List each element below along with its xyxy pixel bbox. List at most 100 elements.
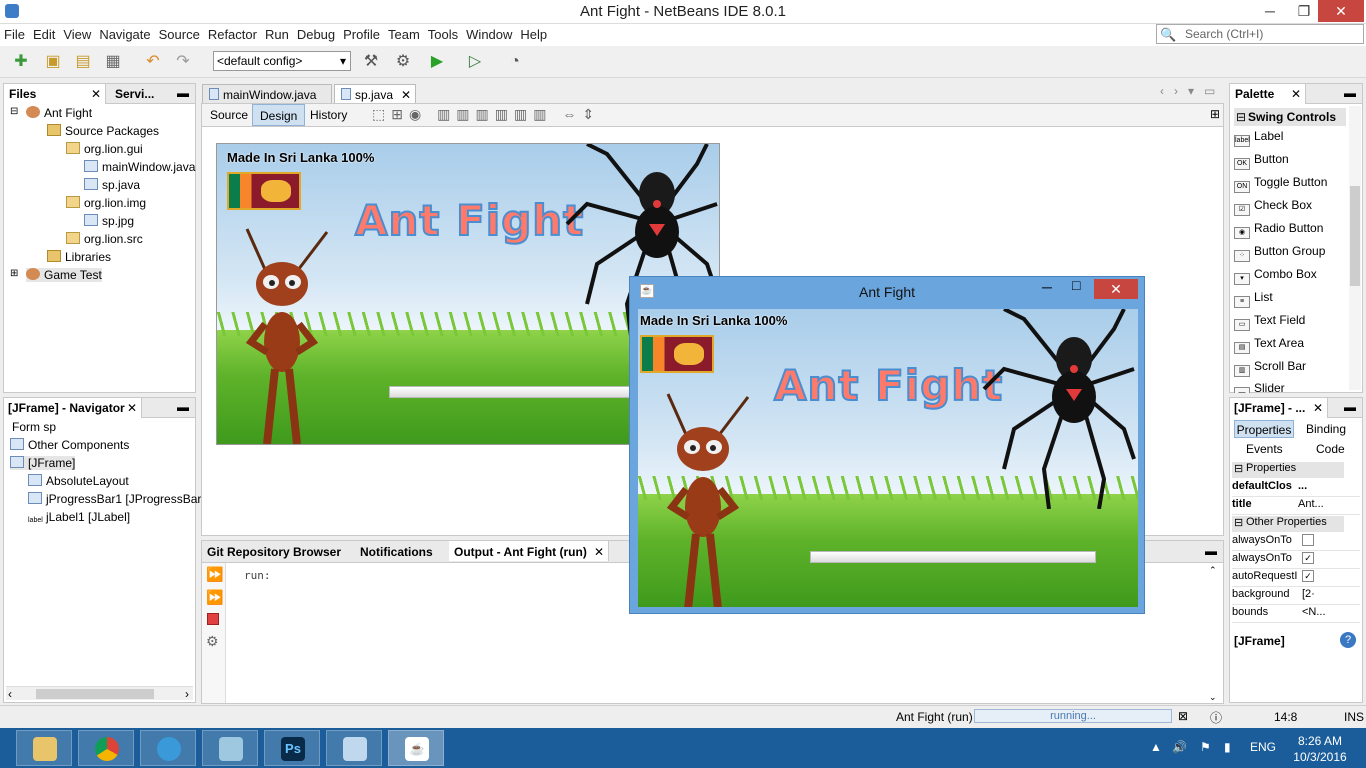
rerun-icon[interactable]: ⏩ bbox=[206, 566, 223, 583]
tab-files[interactable]: Files ✕ bbox=[4, 84, 106, 104]
help-icon[interactable]: ? bbox=[1340, 632, 1356, 648]
tree-item-org-lion-gui[interactable]: org.lion.gui bbox=[66, 142, 143, 156]
close-icon[interactable]: ✕ bbox=[401, 88, 411, 102]
menu-debug[interactable]: Debug bbox=[293, 24, 339, 42]
subtab-design[interactable]: Design bbox=[252, 104, 306, 126]
taskbar-chrome[interactable] bbox=[78, 730, 134, 766]
tab-output[interactable]: Output - Ant Fight (run) ✕ bbox=[449, 541, 609, 561]
flag-icon[interactable]: ⚑ bbox=[1200, 740, 1211, 754]
palette-item-text-field[interactable]: ▭ Text Field bbox=[1234, 313, 1305, 331]
close-icon[interactable]: ✕ bbox=[91, 87, 101, 101]
search-input[interactable]: Search (Ctrl+I) bbox=[1156, 24, 1364, 44]
horizontal-scrollbar[interactable]: ‹ › bbox=[6, 686, 193, 701]
prop-row[interactable]: background [2· bbox=[1232, 588, 1360, 605]
run-icon[interactable]: ▶ bbox=[426, 51, 448, 73]
menu-file[interactable]: File bbox=[0, 24, 29, 42]
tree-item-libraries[interactable]: Libraries bbox=[47, 250, 111, 264]
close-icon[interactable]: ✕ bbox=[127, 401, 137, 415]
prop-row[interactable]: alwaysOnTo bbox=[1232, 534, 1360, 551]
menu-tools[interactable]: Tools bbox=[424, 24, 462, 42]
props-tab-code[interactable]: Code bbox=[1316, 442, 1345, 456]
taskbar-explorer[interactable] bbox=[16, 730, 72, 766]
tree-item-org-lion-src[interactable]: org.lion.src bbox=[66, 232, 143, 246]
notifications-icon[interactable]: ⓘ bbox=[1210, 709, 1222, 726]
build-icon[interactable]: ⚒ bbox=[360, 51, 382, 73]
volume-icon[interactable]: 🔊 bbox=[1172, 740, 1187, 754]
palette-item-radio-button[interactable]: ◉ Radio Button bbox=[1234, 221, 1323, 239]
open-project-icon[interactable]: ▤ bbox=[72, 51, 94, 73]
prop-row[interactable]: title Ant... bbox=[1232, 498, 1360, 515]
palette-section-swing-controls[interactable]: ⊟ Swing Controls bbox=[1234, 108, 1346, 126]
menu-navigate[interactable]: Navigate bbox=[95, 24, 154, 42]
subtab-source[interactable]: Source bbox=[203, 104, 255, 126]
palette-scrollbar[interactable] bbox=[1349, 106, 1361, 390]
navigator-item-label[interactable]: label jLabel1 [JLabel] bbox=[28, 510, 130, 529]
expand-toggle-icon[interactable]: ⊞ bbox=[10, 268, 18, 279]
palette-item-slider[interactable]: — Slider bbox=[1234, 381, 1285, 393]
tab-palette[interactable]: Palette ✕ bbox=[1230, 84, 1306, 104]
prop-row[interactable]: defaultClos... bbox=[1232, 480, 1360, 497]
rerun-with-icon[interactable]: ⏩ bbox=[206, 589, 223, 606]
ant-fight-window[interactable]: Ant Fight ☕ ─ □ ✕ Made In Sri Lanka 100%… bbox=[629, 276, 1145, 614]
minimize-panel-icon[interactable]: ▬ bbox=[1344, 86, 1356, 100]
expand-icon[interactable]: ⊞ bbox=[1210, 107, 1220, 121]
minimize-panel-icon[interactable]: ▬ bbox=[177, 86, 189, 100]
tree-item-source-packages[interactable]: Source Packages bbox=[47, 124, 159, 138]
palette-item-label[interactable]: label Label bbox=[1234, 129, 1283, 147]
new-project-icon[interactable]: ▣ bbox=[42, 51, 64, 73]
props-tab-events[interactable]: Events bbox=[1246, 442, 1283, 456]
cancel-task-icon[interactable]: ⊠ bbox=[1178, 709, 1188, 723]
props-section-properties[interactable]: ⊟ Properties bbox=[1232, 462, 1344, 478]
palette-item-combo-box[interactable]: ▾ Combo Box bbox=[1234, 267, 1317, 285]
tab-mainwindow-java[interactable]: mainWindow.java bbox=[202, 84, 332, 104]
maximize-button[interactable]: ❐ bbox=[1288, 0, 1320, 22]
prop-checkbox[interactable]: ✓ bbox=[1302, 570, 1314, 582]
tab-notifications[interactable]: Notifications bbox=[355, 541, 438, 561]
redo-icon[interactable]: ↷ bbox=[172, 51, 194, 73]
menu-refactor[interactable]: Refactor bbox=[204, 24, 261, 42]
minimize-button[interactable]: ─ bbox=[1254, 0, 1286, 22]
config-combo[interactable]: <default config> ▾ bbox=[213, 51, 351, 71]
props-tab-binding[interactable]: Binding bbox=[1306, 422, 1346, 436]
minimize-panel-icon[interactable]: ▬ bbox=[177, 400, 189, 414]
tab-jframe-properties[interactable]: [JFrame] - ... ✕ bbox=[1230, 398, 1328, 418]
prop-checkbox[interactable]: ✓ bbox=[1302, 552, 1314, 564]
close-icon[interactable]: ✕ bbox=[594, 545, 604, 559]
tree-item-sp-java[interactable]: sp.java bbox=[84, 178, 140, 192]
expand-toggle-icon[interactable]: ⊟ bbox=[10, 106, 18, 117]
taskbar-java[interactable]: ☕ bbox=[388, 730, 444, 766]
menu-profile[interactable]: Profile bbox=[339, 24, 384, 42]
navigator-item-progressbar[interactable]: jProgressBar1 [JProgressBar] bbox=[28, 492, 205, 506]
minimize-panel-icon[interactable]: ▬ bbox=[1205, 544, 1217, 558]
menu-help[interactable]: Help bbox=[516, 24, 551, 42]
settings-icon[interactable]: ⚙ bbox=[206, 633, 219, 650]
navigator-item-jframe[interactable]: [JFrame] bbox=[10, 456, 76, 470]
tree-item-sp-jpg[interactable]: sp.jpg bbox=[84, 214, 134, 228]
taskbar-app[interactable] bbox=[202, 730, 258, 766]
palette-item-list[interactable]: ≡ List bbox=[1234, 290, 1273, 308]
palette-item-check-box[interactable]: ☑ Check Box bbox=[1234, 198, 1312, 216]
scroll-right-icon[interactable]: › bbox=[185, 687, 189, 701]
palette-item-scroll-bar[interactable]: ▥ Scroll Bar bbox=[1234, 359, 1306, 377]
profile-icon[interactable]: ◔ bbox=[504, 51, 526, 73]
undo-icon[interactable]: ↶ bbox=[142, 51, 164, 73]
vertical-scrollbar[interactable]: ⌃ ⌄ bbox=[1209, 565, 1221, 703]
palette-item-button[interactable]: OK Button bbox=[1234, 152, 1289, 170]
close-icon[interactable]: ✕ bbox=[1291, 87, 1301, 101]
popup-close-button[interactable]: ✕ bbox=[1094, 279, 1138, 299]
taskbar-photoshop[interactable]: Ps bbox=[264, 730, 320, 766]
tab-navigator[interactable]: [JFrame] - Navigator ✕ bbox=[4, 398, 142, 418]
menu-team[interactable]: Team bbox=[384, 24, 424, 42]
taskbar-virtualbox[interactable] bbox=[326, 730, 382, 766]
minimize-panel-icon[interactable]: ▬ bbox=[1344, 400, 1356, 414]
stop-icon[interactable] bbox=[207, 613, 219, 625]
scroll-down-icon[interactable]: ⌄ bbox=[1209, 692, 1217, 703]
close-icon[interactable]: ✕ bbox=[1313, 401, 1323, 415]
palette-item-button-group[interactable]: ⁘ Button Group bbox=[1234, 244, 1325, 262]
menu-source[interactable]: Source bbox=[155, 24, 204, 42]
new-file-icon[interactable]: ✚ bbox=[10, 51, 32, 73]
tree-item-ant-fight[interactable]: Ant Fight bbox=[26, 106, 92, 120]
menu-edit[interactable]: Edit bbox=[29, 24, 59, 42]
debug-icon[interactable]: ▷ bbox=[464, 51, 486, 73]
prop-row[interactable]: autoRequestI ✓ bbox=[1232, 570, 1360, 587]
